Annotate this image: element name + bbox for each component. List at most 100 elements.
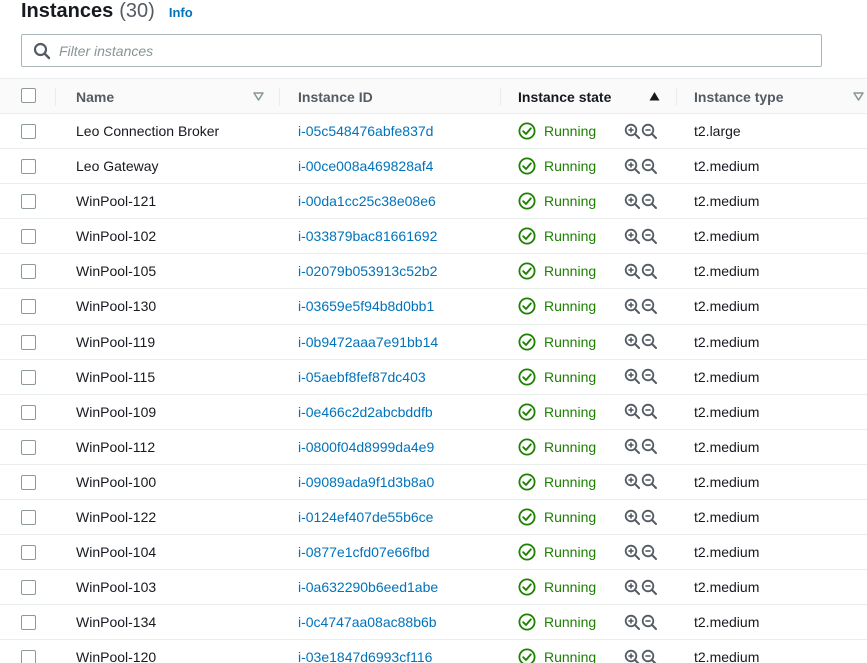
table-row[interactable]: WinPool-115 i-05aebf8fef87dc403 Running … — [0, 360, 867, 395]
table-row[interactable]: WinPool-109 i-0e466c2d2abcbddfb Running … — [0, 395, 867, 430]
table-row[interactable]: WinPool-102 i-033879bac81661692 Running … — [0, 219, 867, 255]
table-row[interactable]: WinPool-100 i-09089ada9f1d3b8a0 Running … — [0, 465, 867, 501]
instance-id-link[interactable]: i-0b9472aaa7e91bb14 — [298, 325, 438, 359]
zoom-in-icon[interactable] — [624, 403, 641, 420]
zoom-in-icon[interactable] — [624, 509, 641, 526]
zoom-in-icon[interactable] — [624, 298, 641, 315]
zoom-in-icon[interactable] — [624, 158, 641, 175]
zoom-out-icon[interactable] — [641, 473, 658, 490]
row-checkbox[interactable] — [21, 650, 36, 663]
instance-id-link[interactable]: i-0877e1cfd07e66fbd — [298, 535, 430, 569]
table-row[interactable]: WinPool-130 i-03659e5f94b8d0bb1 Running … — [0, 289, 867, 325]
row-checkbox[interactable] — [21, 264, 36, 280]
zoom-controls — [624, 430, 658, 464]
instance-id-link[interactable]: i-00da1cc25c38e08e6 — [298, 184, 436, 218]
row-checkbox[interactable] — [21, 124, 36, 139]
zoom-in-icon[interactable] — [624, 193, 641, 210]
zoom-out-icon[interactable] — [641, 614, 658, 631]
row-checkbox[interactable] — [21, 334, 36, 350]
table-row[interactable]: WinPool-119 i-0b9472aaa7e91bb14 Running … — [0, 325, 867, 360]
column-header-name[interactable]: Name — [76, 79, 114, 114]
instance-id-link[interactable]: i-0c4747aa08ac88b6b — [298, 605, 437, 639]
table-row[interactable]: WinPool-120 i-03e1847d6993cf116 Running … — [0, 640, 867, 663]
instance-id-link[interactable]: i-09089ada9f1d3b8a0 — [298, 465, 434, 499]
instance-id-link[interactable]: i-02079b053913c52b2 — [298, 254, 437, 288]
row-checkbox[interactable] — [21, 474, 36, 490]
zoom-in-icon[interactable] — [624, 544, 641, 561]
zoom-in-icon[interactable] — [624, 368, 641, 385]
zoom-in-icon[interactable] — [624, 228, 641, 245]
zoom-out-icon[interactable] — [641, 368, 658, 385]
row-checkbox[interactable] — [21, 299, 36, 315]
table-row[interactable]: Leo Gateway i-00ce008a469828af4 Running … — [0, 149, 867, 185]
row-checkbox[interactable] — [21, 159, 36, 175]
table-row[interactable]: WinPool-134 i-0c4747aa08ac88b6b Running … — [0, 605, 867, 641]
zoom-out-icon[interactable] — [641, 544, 658, 561]
instance-id-link[interactable]: i-05c548476abfe837d — [298, 114, 433, 148]
instance-id-link[interactable]: i-0a632290b6eed1abe — [298, 570, 438, 604]
table-row[interactable]: Leo Connection Broker i-05c548476abfe837… — [0, 114, 867, 150]
info-link[interactable]: Info — [169, 5, 193, 20]
filter-instances-input[interactable] — [59, 42, 799, 59]
instance-id-link[interactable]: i-0124ef407de55b6ce — [298, 500, 433, 534]
zoom-controls — [624, 184, 658, 218]
zoom-out-icon[interactable] — [641, 438, 658, 455]
zoom-in-icon[interactable] — [624, 579, 641, 596]
zoom-in-icon[interactable] — [624, 333, 641, 350]
table-row[interactable]: WinPool-104 i-0877e1cfd07e66fbd Running … — [0, 535, 867, 571]
column-divider — [55, 88, 56, 106]
column-header-instance-state[interactable]: Instance state — [518, 79, 611, 114]
row-checkbox[interactable] — [21, 439, 36, 455]
zoom-in-icon[interactable] — [624, 123, 641, 140]
row-checkbox[interactable] — [21, 580, 36, 596]
check-circle-icon — [518, 122, 536, 140]
column-header-instance-id[interactable]: Instance ID — [298, 79, 373, 114]
zoom-out-icon[interactable] — [641, 123, 658, 140]
table-row[interactable]: WinPool-121 i-00da1cc25c38e08e6 Running … — [0, 184, 867, 220]
zoom-out-icon[interactable] — [641, 403, 658, 420]
sort-up-icon[interactable] — [648, 90, 661, 103]
zoom-in-icon[interactable] — [624, 649, 641, 663]
zoom-out-icon[interactable] — [641, 298, 658, 315]
zoom-out-icon[interactable] — [641, 579, 658, 596]
instance-state: Running — [518, 605, 596, 639]
sort-down-icon[interactable] — [852, 90, 865, 103]
state-label: Running — [544, 473, 597, 490]
row-checkbox[interactable] — [21, 510, 36, 526]
row-checkbox[interactable] — [21, 404, 36, 420]
zoom-out-icon[interactable] — [641, 158, 658, 175]
instance-id-link[interactable]: i-033879bac81661692 — [298, 219, 437, 253]
instance-id-link[interactable]: i-03659e5f94b8d0bb1 — [298, 289, 434, 323]
zoom-out-icon[interactable] — [641, 263, 658, 280]
row-checkbox[interactable] — [21, 545, 36, 561]
instance-id-link[interactable]: i-00ce008a469828af4 — [298, 149, 433, 183]
table-row[interactable]: WinPool-105 i-02079b053913c52b2 Running … — [0, 254, 867, 290]
state-label: Running — [544, 158, 597, 175]
zoom-out-icon[interactable] — [641, 228, 658, 245]
column-header-instance-type[interactable]: Instance type — [694, 79, 783, 114]
zoom-in-icon[interactable] — [624, 473, 641, 490]
zoom-out-icon[interactable] — [641, 333, 658, 350]
select-all-checkbox[interactable] — [21, 88, 36, 103]
check-circle-icon — [518, 438, 536, 456]
row-checkbox[interactable] — [21, 229, 36, 245]
instance-id-link[interactable]: i-0e466c2d2abcbddfb — [298, 395, 433, 429]
row-checkbox[interactable] — [21, 194, 36, 210]
zoom-in-icon[interactable] — [624, 263, 641, 280]
row-checkbox[interactable] — [21, 369, 36, 385]
zoom-in-icon[interactable] — [624, 438, 641, 455]
table-row[interactable]: WinPool-112 i-0800f04d8999da4e9 Running … — [0, 430, 867, 465]
instance-id-link[interactable]: i-03e1847d6993cf116 — [298, 640, 432, 663]
state-label: Running — [544, 438, 597, 455]
check-circle-icon — [518, 578, 536, 596]
zoom-out-icon[interactable] — [641, 509, 658, 526]
table-row[interactable]: WinPool-122 i-0124ef407de55b6ce Running … — [0, 500, 867, 536]
zoom-out-icon[interactable] — [641, 649, 658, 663]
instance-id-link[interactable]: i-0800f04d8999da4e9 — [298, 430, 434, 464]
zoom-out-icon[interactable] — [641, 193, 658, 210]
table-row[interactable]: WinPool-103 i-0a632290b6eed1abe Running … — [0, 570, 867, 606]
sort-down-icon[interactable] — [252, 90, 265, 103]
row-checkbox[interactable] — [21, 615, 36, 631]
zoom-in-icon[interactable] — [624, 614, 641, 631]
instance-id-link[interactable]: i-05aebf8fef87dc403 — [298, 360, 426, 394]
